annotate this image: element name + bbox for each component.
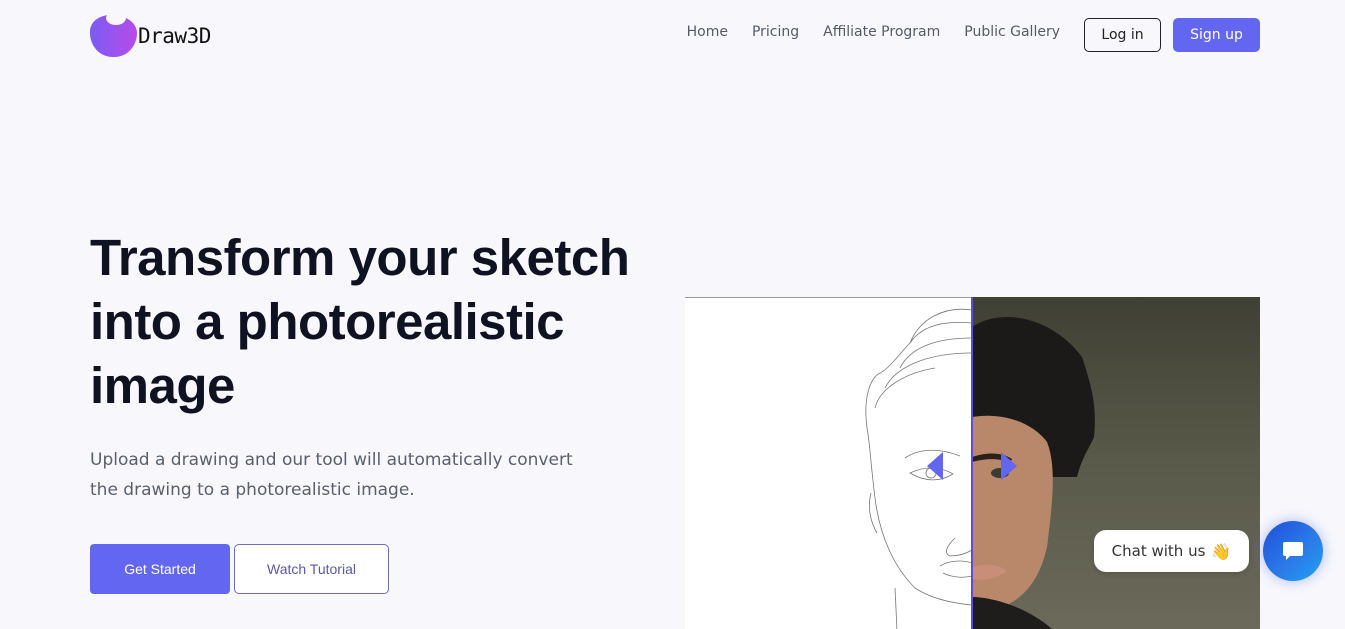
brand-name: Draw3D: [138, 24, 211, 48]
nav-link-affiliate-program[interactable]: Affiliate Program: [823, 24, 940, 40]
slider-divider-handle[interactable]: [971, 297, 973, 629]
login-button[interactable]: Log in: [1084, 18, 1161, 52]
slider-arrow-right-icon[interactable]: [1001, 452, 1017, 480]
nav-links: Home Pricing Affiliate Program Public Ga…: [687, 24, 1060, 40]
nav-link-pricing[interactable]: Pricing: [752, 24, 799, 40]
hero-subtitle: Upload a drawing and our tool will autom…: [90, 450, 573, 500]
logo-blob-icon: [90, 11, 137, 57]
get-started-button[interactable]: Get Started: [90, 544, 230, 594]
chat-bubble-text: Chat with us: [1111, 542, 1206, 560]
nav-link-home[interactable]: Home: [687, 24, 728, 40]
chat-with-us-bubble[interactable]: Chat with us 👋: [1094, 530, 1249, 572]
top-navbar: Draw3D Home Pricing Affiliate Program Pu…: [0, 0, 1345, 70]
hero-title: Transform your sketch into a photorealis…: [90, 229, 630, 414]
nav-link-public-gallery[interactable]: Public Gallery: [964, 24, 1060, 40]
slider-arrow-left-icon[interactable]: [927, 452, 943, 480]
brand-logo[interactable]: Draw3D: [90, 11, 211, 57]
signup-button[interactable]: Sign up: [1173, 18, 1260, 52]
waving-hand-icon: 👋: [1211, 541, 1232, 561]
chat-launcher-button[interactable]: [1263, 521, 1323, 581]
watch-tutorial-button[interactable]: Watch Tutorial: [234, 544, 389, 594]
chat-icon: [1283, 542, 1303, 560]
before-after-slider[interactable]: [685, 297, 1260, 629]
